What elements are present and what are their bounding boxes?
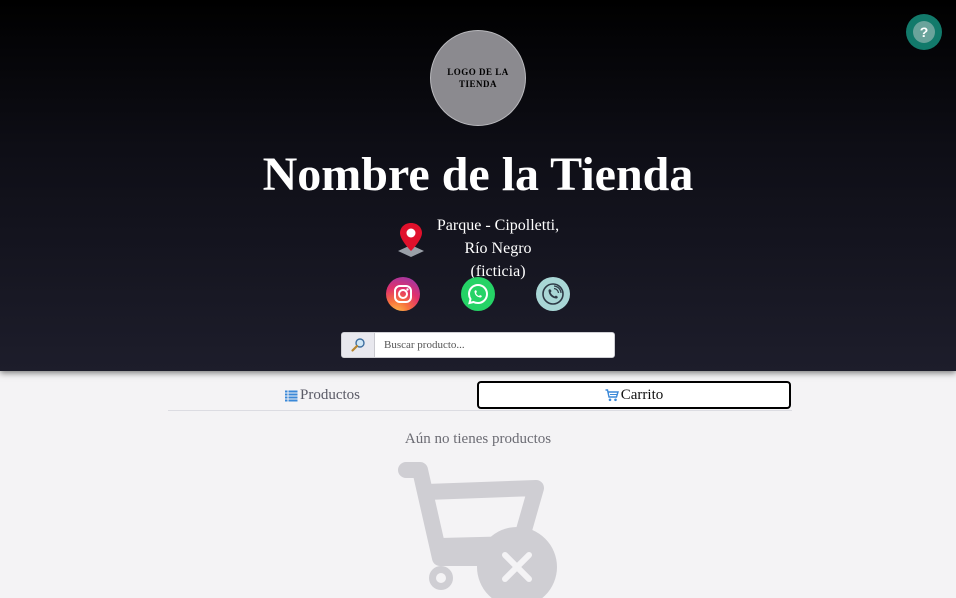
svg-text:?: ? bbox=[920, 24, 929, 40]
search-bar bbox=[341, 332, 615, 358]
whatsapp-link[interactable] bbox=[461, 277, 495, 311]
list-icon bbox=[285, 390, 298, 401]
question-icon: ? bbox=[913, 21, 935, 43]
address-line-1: Parque - Cipolletti, bbox=[436, 217, 560, 234]
cart-icon bbox=[605, 388, 619, 401]
search-input[interactable] bbox=[375, 333, 614, 357]
phone-icon bbox=[542, 283, 564, 305]
store-logo: LOGO DE LA TIENDA bbox=[430, 30, 526, 126]
tab-cart-label: Carrito bbox=[620, 386, 664, 403]
store-address: Parque - Cipolletti, Río Negro (ficticia… bbox=[436, 214, 560, 283]
search-button[interactable] bbox=[342, 333, 375, 357]
store-title: Nombre de la Tienda bbox=[262, 148, 694, 201]
tab-bar: Productos Carrito bbox=[168, 381, 792, 411]
tab-cart[interactable]: Carrito bbox=[477, 381, 791, 409]
search-icon bbox=[351, 338, 365, 352]
empty-cart-message: Aún no tienes productos bbox=[404, 431, 552, 447]
location-pin-icon bbox=[398, 223, 424, 257]
tab-products-label: Productos bbox=[300, 387, 360, 403]
instagram-link[interactable] bbox=[386, 277, 420, 311]
phone-link[interactable] bbox=[536, 277, 570, 311]
instagram-icon bbox=[394, 285, 412, 303]
whatsapp-icon bbox=[467, 283, 489, 305]
tab-products[interactable]: Productos bbox=[168, 381, 477, 410]
empty-cart-icon bbox=[398, 462, 557, 598]
help-button[interactable]: ? bbox=[906, 14, 942, 50]
store-header: ? LOGO DE LA TIENDA Nombre de la Tienda … bbox=[0, 0, 956, 371]
logo-text: LOGO DE LA TIENDA bbox=[447, 67, 509, 89]
